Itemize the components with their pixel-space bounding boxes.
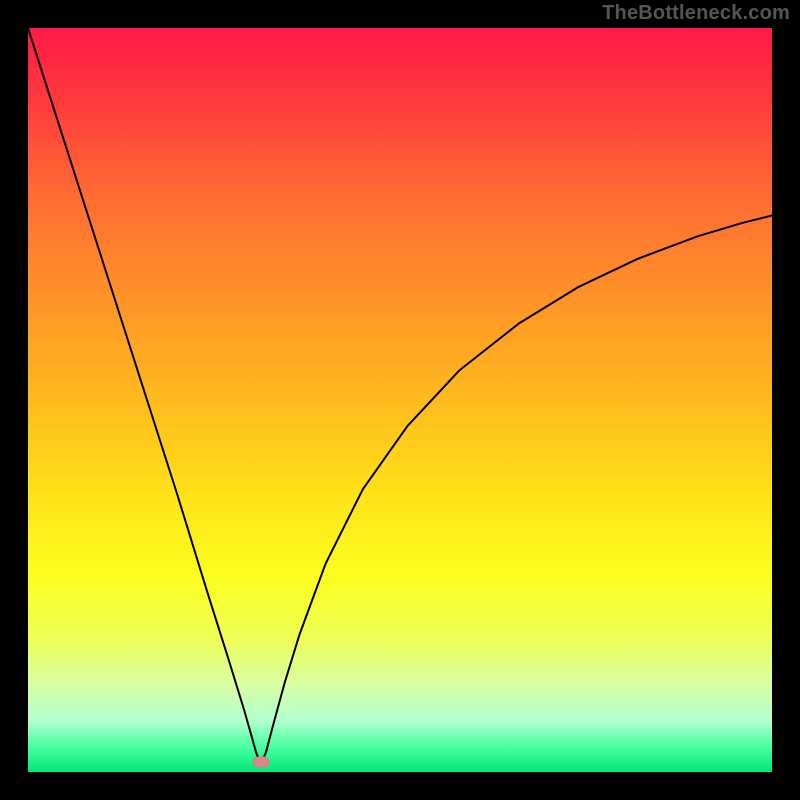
chart-container: TheBottleneck.com	[0, 0, 800, 800]
bottleneck-curve	[28, 28, 772, 772]
plot-frame	[26, 26, 774, 774]
plot-area	[28, 28, 772, 772]
watermark-text: TheBottleneck.com	[602, 2, 790, 25]
optimal-point-marker	[252, 757, 269, 768]
